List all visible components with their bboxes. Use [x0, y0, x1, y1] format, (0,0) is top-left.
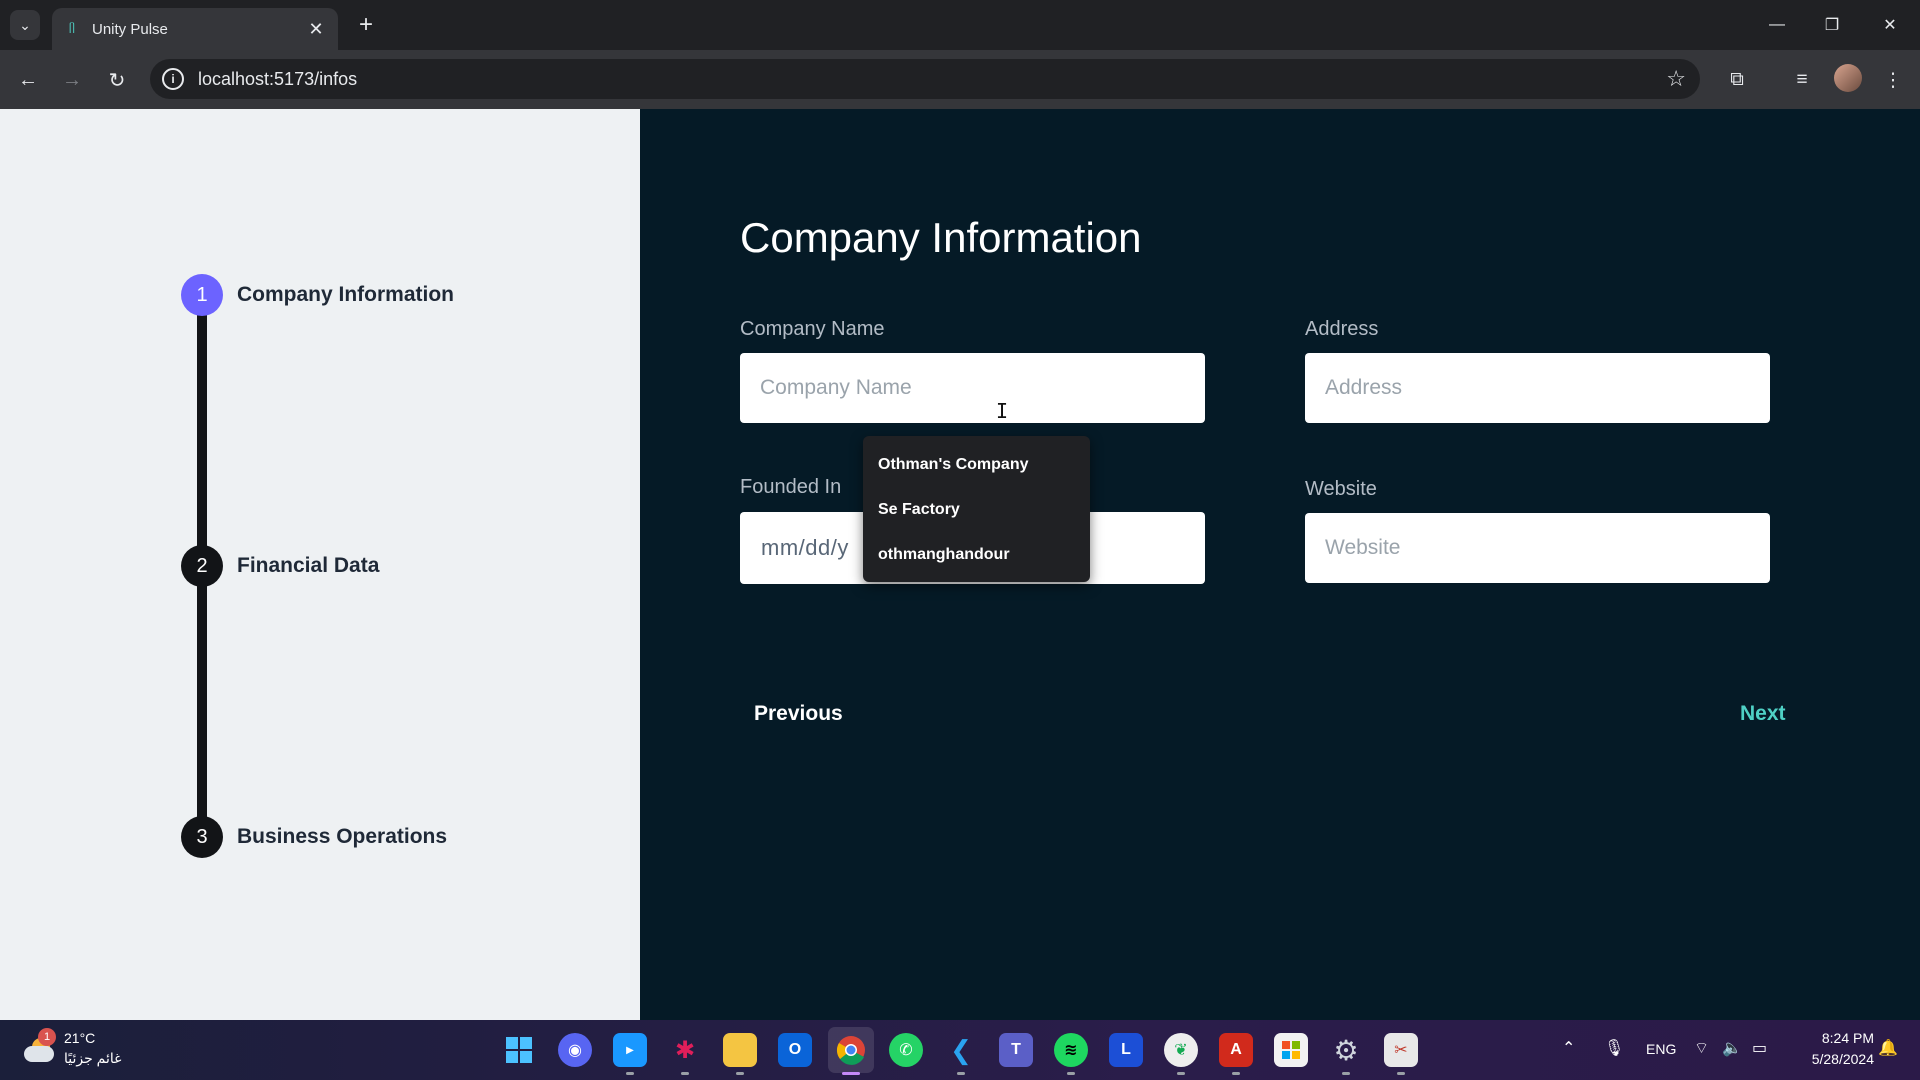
- address-input[interactable]: [1305, 353, 1770, 423]
- company-name-label: Company Name: [740, 318, 885, 340]
- chrome-icon[interactable]: [828, 1027, 874, 1073]
- step-label: Financial Data: [237, 554, 380, 577]
- running-indicator: [1177, 1072, 1185, 1075]
- autocomplete-dropdown: Othman's Company Se Factory othmanghando…: [863, 436, 1090, 582]
- website-input[interactable]: [1305, 513, 1770, 583]
- step-financial-data[interactable]: 2 Financial Data: [181, 545, 379, 587]
- page-title: Company Information: [740, 214, 1142, 261]
- weather-temperature[interactable]: 21°C: [64, 1030, 95, 1046]
- show-hidden-icons-chevron-icon[interactable]: ⌃: [1562, 1038, 1575, 1058]
- step-number-badge: 1: [181, 274, 223, 316]
- running-indicator: [736, 1072, 744, 1075]
- running-indicator: [1067, 1072, 1075, 1075]
- tab-close-icon[interactable]: ✕: [306, 19, 326, 40]
- next-button[interactable]: Next: [1740, 702, 1786, 726]
- text-cursor-icon: I: [996, 399, 1009, 423]
- date-format-text: mm/dd/y: [761, 535, 849, 560]
- tab-search-chevron-icon[interactable]: ⌄: [10, 10, 40, 40]
- microsoft-store-icon[interactable]: [1274, 1033, 1308, 1067]
- forward-arrow-icon[interactable]: →: [56, 64, 88, 96]
- volume-icon[interactable]: 🔈: [1722, 1038, 1742, 1058]
- prime-video-icon[interactable]: ▶: [613, 1033, 647, 1067]
- previous-button[interactable]: Previous: [754, 702, 843, 726]
- running-indicator: [1232, 1072, 1240, 1075]
- minimize-icon[interactable]: —: [1755, 10, 1799, 40]
- running-indicator: [681, 1072, 689, 1075]
- settings-icon[interactable]: ⚙: [1329, 1033, 1363, 1067]
- wifi-icon[interactable]: ⌔: [1694, 1038, 1709, 1058]
- profile-avatar[interactable]: [1834, 64, 1862, 92]
- step-company-information[interactable]: 1 Company Information: [181, 274, 454, 316]
- step-business-operations[interactable]: 3 Business Operations: [181, 816, 447, 858]
- language-indicator[interactable]: ENG: [1646, 1041, 1676, 1057]
- mongodb-icon[interactable]: ❦: [1164, 1033, 1198, 1067]
- outlook-icon[interactable]: O: [778, 1033, 812, 1067]
- bookmark-star-icon[interactable]: ☆: [1666, 66, 1686, 92]
- running-indicator: [626, 1072, 634, 1075]
- company-name-input[interactable]: [740, 353, 1205, 423]
- running-indicator: [957, 1072, 965, 1075]
- autocomplete-option[interactable]: Se Factory: [863, 487, 1090, 532]
- new-tab-button[interactable]: +: [352, 11, 380, 39]
- acrobat-icon[interactable]: A: [1219, 1033, 1253, 1067]
- active-indicator: [842, 1072, 860, 1075]
- tab-favicon-icon: ᥥ: [68, 21, 75, 36]
- start-icon[interactable]: [502, 1033, 536, 1067]
- tab-title: Unity Pulse: [92, 20, 168, 38]
- reload-icon[interactable]: ↻: [101, 64, 133, 96]
- browser-toolbar: ← → ↻ i localhost:5173/infos ☆ ⧉ ≡ ⋮: [0, 50, 1920, 109]
- clock-time[interactable]: 8:24 PM: [1790, 1030, 1874, 1046]
- browser-tab[interactable]: ᥥ Unity Pulse ✕: [52, 8, 338, 50]
- battery-icon[interactable]: ▭: [1752, 1038, 1767, 1058]
- address-label: Address: [1305, 318, 1379, 340]
- microphone-icon[interactable]: 🎙: [1604, 1038, 1624, 1058]
- website-label: Website: [1305, 478, 1377, 500]
- notification-bell-icon[interactable]: 🔔: [1878, 1038, 1898, 1058]
- restore-icon[interactable]: ❐: [1810, 10, 1854, 40]
- clock-date[interactable]: 5/28/2024: [1790, 1051, 1874, 1067]
- spotify-icon[interactable]: ≋: [1054, 1033, 1088, 1067]
- kebab-menu-icon[interactable]: ⋮: [1877, 64, 1909, 96]
- step-label: Business Operations: [237, 825, 448, 848]
- running-indicator: [1397, 1072, 1405, 1075]
- vscode-icon[interactable]: ❮: [944, 1033, 978, 1067]
- file-explorer-icon[interactable]: [723, 1033, 757, 1067]
- address-bar-url[interactable]: localhost:5173/infos: [198, 69, 1666, 90]
- slack-icon[interactable]: ✱: [668, 1033, 702, 1067]
- browser-tab-bar: ⌄ ᥥ Unity Pulse ✕ + — ❐ ✕: [0, 0, 1920, 50]
- windows-taskbar: 1 21°C غائم جزئيًا ◉ ▶ ✱ O ✆ ❮ T ≋ L ❦ A…: [0, 1020, 1920, 1080]
- media-control-icon[interactable]: ≡: [1786, 64, 1818, 96]
- step-label: Company Information: [237, 283, 455, 306]
- step-number-badge: 3: [181, 816, 223, 858]
- l-app-icon[interactable]: L: [1109, 1033, 1143, 1067]
- discord-icon[interactable]: ◉: [558, 1033, 592, 1067]
- back-arrow-icon[interactable]: ←: [12, 64, 44, 96]
- running-indicator: [1342, 1072, 1350, 1075]
- extensions-puzzle-icon[interactable]: ⧉: [1721, 64, 1753, 96]
- teams-icon[interactable]: T: [999, 1033, 1033, 1067]
- snipping-tool-icon[interactable]: ✂: [1384, 1033, 1418, 1067]
- whatsapp-icon[interactable]: ✆: [889, 1033, 923, 1067]
- window-close-icon[interactable]: ✕: [1868, 10, 1912, 40]
- weather-notification-badge: 1: [38, 1028, 56, 1046]
- weather-description[interactable]: غائم جزئيًا: [64, 1050, 121, 1067]
- step-number-badge: 2: [181, 545, 223, 587]
- weather-cloud-shape: [24, 1046, 54, 1062]
- stepper-panel: 1 Company Information 2 Financial Data 3…: [0, 109, 640, 1020]
- founded-in-label: Founded In: [740, 476, 842, 498]
- autocomplete-option[interactable]: othmanghandour: [863, 532, 1090, 577]
- site-info-icon[interactable]: i: [162, 68, 184, 90]
- autocomplete-option[interactable]: Othman's Company: [863, 442, 1090, 487]
- address-bar[interactable]: i localhost:5173/infos ☆: [150, 59, 1700, 99]
